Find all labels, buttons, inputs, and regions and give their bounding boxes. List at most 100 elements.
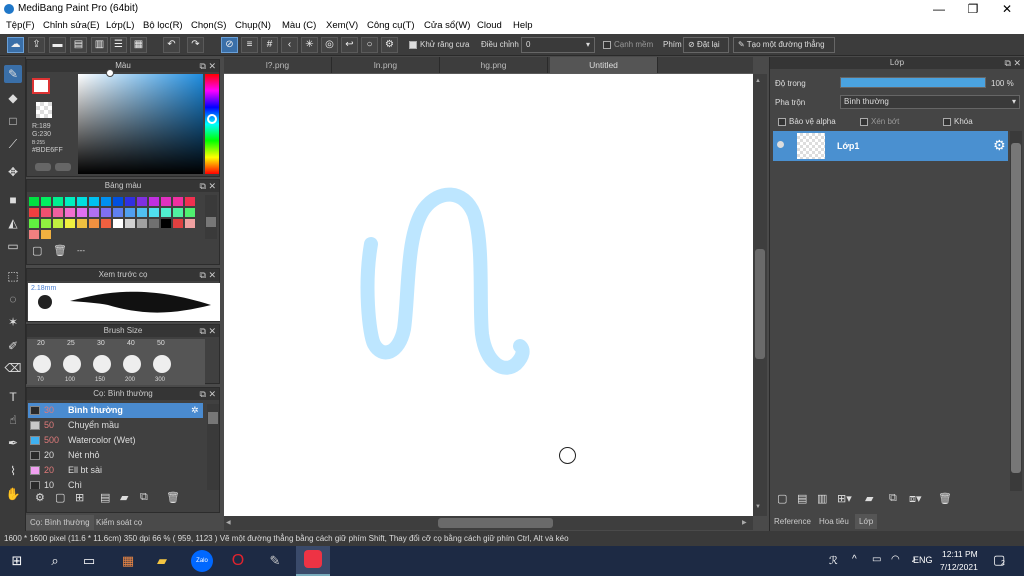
snap-settings-icon[interactable]: ⚙: [381, 37, 398, 53]
redo-icon[interactable]: ↷: [187, 37, 204, 53]
scroll-up-icon[interactable]: ▲: [755, 78, 761, 84]
menu-select[interactable]: Chọn(S): [191, 20, 226, 31]
gear-icon[interactable]: ✲: [191, 403, 199, 418]
palette-scroll-thumb[interactable]: [206, 217, 216, 227]
menu-capture[interactable]: Chụp(N): [235, 20, 271, 31]
blend-select[interactable]: Bình thường ▾: [840, 95, 1020, 109]
horizontal-scrollbar[interactable]: ◀ ▶: [224, 516, 753, 530]
menu-tools[interactable]: Công cụ(T): [367, 20, 415, 31]
snap-angle-icon[interactable]: ‹: [281, 37, 298, 53]
brush-item[interactable]: 10 Chì: [28, 478, 203, 489]
folder-icon[interactable]: ▰: [120, 491, 128, 504]
close-icon[interactable]: ⧉ ✕: [200, 388, 216, 400]
text-tool-icon[interactable]: T: [4, 388, 22, 406]
palette-swatch[interactable]: [53, 197, 63, 206]
palette-swatch[interactable]: [29, 230, 39, 239]
snap-off-icon[interactable]: ⊘: [221, 37, 238, 53]
medibang-taskbar-icon[interactable]: [296, 546, 330, 576]
duplicate-layer-icon[interactable]: ⧉: [889, 492, 897, 505]
folder-icon[interactable]: ▰: [865, 492, 873, 505]
new-layer-icon[interactable]: ▢: [777, 492, 787, 505]
trash-icon[interactable]: 🗑: [53, 244, 67, 257]
palette-swatch[interactable]: [89, 197, 99, 206]
palette-swatch[interactable]: [101, 208, 111, 217]
palette-swatch[interactable]: [29, 197, 39, 206]
palette-swatch[interactable]: [185, 219, 195, 228]
palette-swatch[interactable]: [53, 219, 63, 228]
layer-scroll-thumb[interactable]: [1011, 143, 1021, 473]
cloud-icon[interactable]: ☁: [7, 37, 24, 53]
file-explorer-icon[interactable]: ▰: [151, 550, 173, 572]
palette-swatch[interactable]: [65, 197, 75, 206]
close-icon[interactable]: ⧉ ✕: [200, 269, 216, 281]
eye-icon[interactable]: [777, 141, 784, 148]
menu-layer[interactable]: Lớp(L): [106, 20, 134, 31]
language-indicator[interactable]: ENG: [913, 555, 933, 565]
new-palette-icon[interactable]: ▢: [32, 244, 42, 257]
tab-layer[interactable]: Lớp: [855, 514, 878, 529]
select-rect-tool-icon[interactable]: ⬚: [4, 267, 22, 285]
menu-file[interactable]: Tệp(F): [6, 20, 35, 31]
adjust-select[interactable]: 0 ▾: [521, 37, 595, 53]
antialias-checkbox[interactable]: Khử răng cưa: [409, 40, 469, 49]
opera-icon[interactable]: O: [227, 550, 249, 572]
opacity-slider[interactable]: [840, 77, 986, 88]
snap-circle-icon[interactable]: ◎: [321, 37, 338, 53]
background-color-swatch[interactable]: [36, 102, 52, 118]
upload-icon[interactable]: ⇪: [28, 37, 45, 53]
zalo-icon[interactable]: Zalo: [191, 550, 213, 572]
clipping-checkbox[interactable]: Xén bớt: [860, 117, 899, 126]
close-button[interactable]: ✕: [990, 0, 1024, 18]
palette-swatch[interactable]: [125, 197, 135, 206]
palette-swatch[interactable]: [137, 208, 147, 217]
brush-item[interactable]: 20 Ell bt sài: [28, 463, 203, 478]
close-icon[interactable]: ⧉ ✕: [200, 325, 216, 337]
palette-swatch[interactable]: [185, 197, 195, 206]
palette-swatch[interactable]: [113, 197, 123, 206]
soft-edge-checkbox[interactable]: Cạnh mềm: [603, 40, 653, 49]
brush-list-scrollbar[interactable]: [207, 404, 219, 490]
scroll-right-icon[interactable]: ▶: [742, 519, 747, 526]
shape-tool-icon[interactable]: □: [4, 112, 22, 130]
palette-swatch[interactable]: [149, 197, 159, 206]
brush-size-100[interactable]: [63, 355, 81, 373]
hue-slider[interactable]: [205, 74, 219, 174]
new-brush-icon[interactable]: ▢: [55, 491, 65, 504]
scroll-down-icon[interactable]: ▼: [755, 504, 761, 510]
straight-line-button[interactable]: ✎ Tạo một đường thẳng: [733, 37, 835, 53]
palette-swatch[interactable]: [173, 208, 183, 217]
trash-icon[interactable]: 🗑: [938, 492, 952, 505]
palette-swatch[interactable]: [29, 208, 39, 217]
snap-grid-icon[interactable]: #: [261, 37, 278, 53]
palette-swatch[interactable]: [185, 208, 195, 217]
document-icon[interactable]: ▥: [91, 37, 108, 53]
select-eraser-tool-icon[interactable]: ⌫: [4, 359, 22, 377]
palette-swatch[interactable]: [125, 208, 135, 217]
palette-swatch[interactable]: [65, 219, 75, 228]
palette-swatch[interactable]: [89, 219, 99, 228]
palette-swatch[interactable]: [53, 208, 63, 217]
brush-document-icon[interactable]: ▤: [100, 491, 110, 504]
saturation-value-picker[interactable]: [78, 74, 203, 174]
menu-help[interactable]: Help: [513, 20, 533, 31]
merge-layer-icon[interactable]: ⧈▾: [909, 492, 922, 506]
palette-swatch[interactable]: [77, 208, 87, 217]
select-pen-tool-icon[interactable]: ✐: [4, 337, 22, 355]
tab-document-active[interactable]: Untitled: [550, 57, 658, 73]
add-layer-menu-icon[interactable]: ⊞▾: [837, 492, 852, 505]
snap-ellipse-icon[interactable]: ○: [361, 37, 378, 53]
vertical-scroll-thumb[interactable]: [755, 249, 765, 359]
tab-navigator[interactable]: Hoa tiêu: [815, 514, 853, 529]
palette-swatch[interactable]: [101, 219, 111, 228]
fill-rect-tool-icon[interactable]: ■: [4, 191, 22, 209]
tab-document[interactable]: l?.png: [224, 57, 332, 73]
list-icon[interactable]: ☰: [110, 37, 127, 53]
palette-swatch[interactable]: [89, 208, 99, 217]
menu-view[interactable]: Xem(V): [326, 20, 358, 31]
snap-parallel-icon[interactable]: ≡: [241, 37, 258, 53]
clock-time[interactable]: 12:11 PM: [942, 549, 978, 559]
store-icon[interactable]: ▦: [117, 550, 139, 572]
add-brush-icon[interactable]: ⊞: [75, 491, 84, 504]
search-icon[interactable]: ⌕: [44, 550, 66, 572]
line-tool-icon[interactable]: ⟋: [4, 135, 22, 153]
